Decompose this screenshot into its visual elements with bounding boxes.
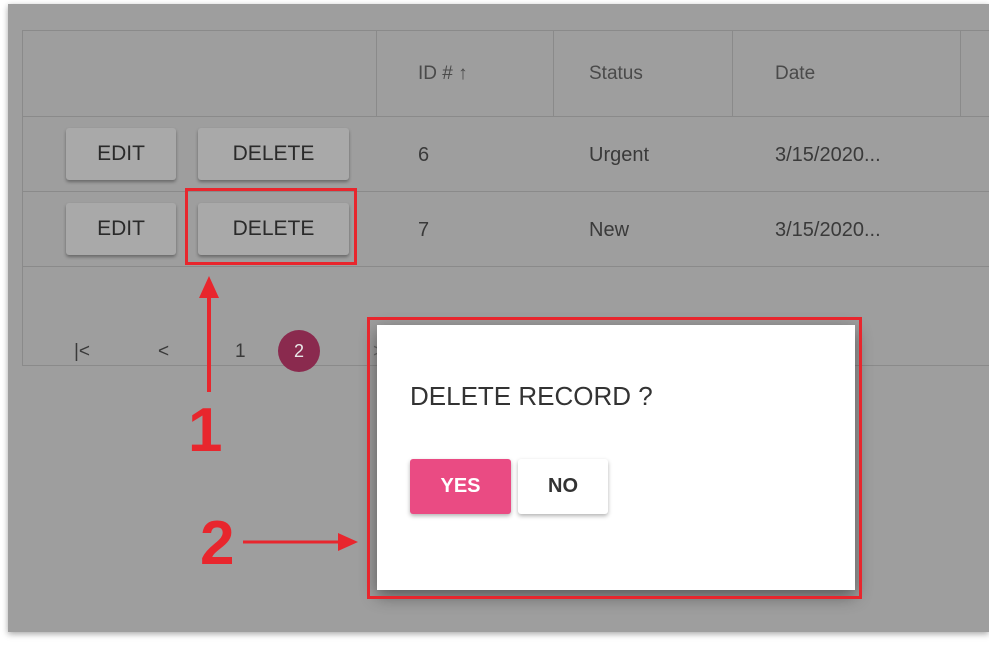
annotation-arrows <box>199 276 358 551</box>
annotation-label-1: 1 <box>188 396 223 465</box>
annotation-arrowhead-2 <box>338 533 358 551</box>
annotation-label-2: 2 <box>200 509 235 578</box>
annotation-arrowhead-1 <box>199 276 219 298</box>
